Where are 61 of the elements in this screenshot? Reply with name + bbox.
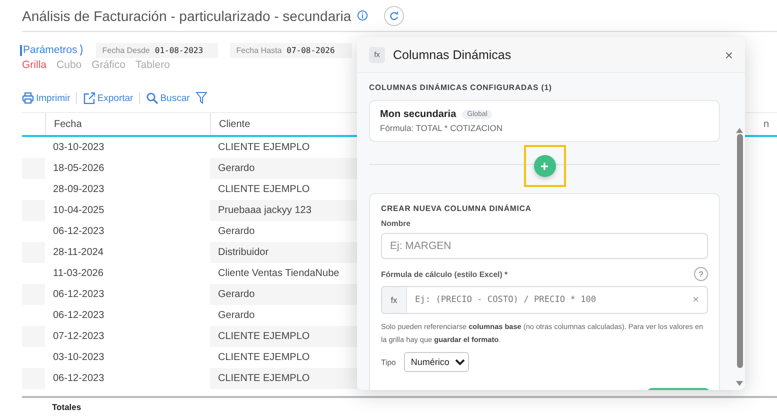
field-label: Fecha Hasta	[236, 46, 282, 54]
filter-icon[interactable]	[196, 92, 207, 104]
table-cell-text: CLIENTE EJEMPLO	[217, 183, 311, 197]
table-cell: Gerardo	[210, 284, 357, 305]
field-value: 07-08-2026	[286, 46, 335, 54]
totals-label: Totales	[51, 401, 82, 414]
export-icon	[83, 92, 96, 104]
field-value: 01-08-2023	[154, 46, 204, 54]
table-cell-text: 06-12-2023	[52, 225, 106, 239]
printer-icon	[22, 92, 34, 104]
table-cell: Pruebaaa jackyy 123	[210, 200, 357, 221]
table-cell-text: 28-09-2023	[52, 183, 106, 197]
table-cell-text: CLIENTE EJEMPLO	[217, 351, 311, 365]
page-title: Análisis de Facturación - particularizado - secundaria	[22, 8, 352, 24]
formula-text: Fórmula: TOTAL * COTIZACION	[380, 123, 504, 133]
field-label: Fecha Desde	[102, 46, 150, 54]
table-cell: CLIENTE EJEMPLO	[210, 326, 357, 347]
column-header[interactable]: Fecha	[45, 113, 210, 135]
table-cell-text: 10-04-2025	[52, 204, 106, 218]
close-button[interactable]: ×	[724, 46, 733, 62]
refresh-button[interactable]	[384, 6, 404, 26]
dialog-title: Columnas Dinámicas	[393, 48, 512, 62]
table-cell-text: 06-12-2023	[52, 288, 106, 302]
table-cell-text: Cliente Ventas TiendaNube	[217, 267, 340, 281]
help-button[interactable]: ?	[694, 267, 708, 281]
fx-prefix: fx	[382, 287, 407, 313]
print-button[interactable]: Imprimir	[22, 92, 78, 104]
view-tab[interactable]: Gráfico	[92, 59, 126, 73]
bracket-icon	[80, 44, 84, 56]
table-cell-text: 07-12-2023	[52, 330, 106, 344]
parameters-link[interactable]: Parámetros	[23, 44, 78, 56]
view-tab[interactable]: Grilla	[22, 59, 47, 73]
table-cell: CLIENTE EJEMPLO	[210, 368, 357, 389]
date-field[interactable]: Fecha Desde 01-08-2023	[96, 42, 218, 58]
search-button[interactable]: Buscar	[140, 92, 196, 104]
view-tab[interactable]: Tablero	[135, 59, 170, 73]
table-cell-text: 28-11-2024	[52, 246, 104, 260]
table-cell-text: 03-10-2023	[52, 351, 106, 365]
add-button[interactable]: +	[534, 154, 556, 176]
view-tab[interactable]: Cubo	[56, 59, 82, 73]
table-cell-text: CLIENTE EJEMPLO	[217, 141, 311, 155]
table-cell-text: 06-12-2023	[52, 372, 106, 386]
scroll-down-icon	[736, 381, 743, 386]
table-cell: Distribuidor	[210, 242, 357, 263]
table-cell: Gerardo	[210, 158, 357, 179]
search-icon	[146, 92, 158, 104]
type-select[interactable]: Numérico	[404, 352, 469, 372]
formula-field[interactable]: fx Ej: (PRECIO - COSTO) / PRECIO * 100 ×	[381, 286, 708, 314]
info-icon	[357, 10, 368, 21]
table-cell-text: Gerardo	[217, 225, 256, 239]
export-button[interactable]: Exportar	[77, 92, 140, 104]
name-field[interactable]: Ej: MARGEN	[381, 233, 708, 259]
refresh-icon	[389, 10, 400, 20]
table-cell-text: 03-10-2023	[52, 141, 106, 155]
date-field[interactable]: Fecha Hasta 07-08-2026	[230, 42, 352, 58]
table-cell-text: 18-05-2026	[52, 162, 106, 176]
table-cell-text: Gerardo	[217, 309, 256, 323]
clear-button[interactable]: ×	[692, 294, 707, 306]
table-cell-text: 11-03-2026	[52, 267, 104, 281]
table-cell-text: 06-12-2023	[52, 309, 106, 323]
column-name: Mon secundaria	[380, 109, 456, 120]
